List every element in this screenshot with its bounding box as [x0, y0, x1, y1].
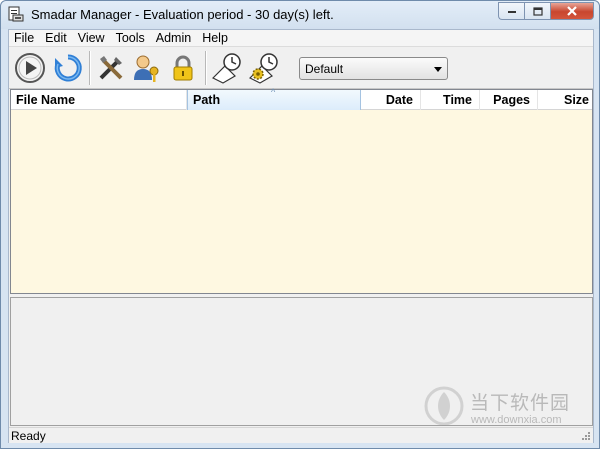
title-bar[interactable]: Smadar Manager - Evaluation period - 30 … [1, 1, 599, 29]
profile-select[interactable]: Default [299, 57, 448, 80]
app-window: Smadar Manager - Evaluation period - 30 … [0, 0, 600, 449]
watermark-url: www.downxia.com [471, 414, 562, 426]
tools-button[interactable] [94, 51, 128, 85]
maximize-button[interactable] [524, 2, 550, 20]
column-header-pages[interactable]: Pages [480, 90, 538, 110]
chevron-down-icon [434, 67, 442, 72]
resize-grip-icon[interactable] [581, 431, 591, 441]
list-body[interactable] [11, 110, 592, 293]
minimize-button[interactable] [498, 2, 524, 20]
column-label: Size [563, 93, 589, 107]
column-label: Path [193, 93, 221, 107]
profile-select-value: Default [305, 62, 344, 76]
column-header-time[interactable]: Time [421, 90, 480, 110]
file-list[interactable]: File Name ^ Path Date Time Pages Size [10, 87, 593, 294]
column-label: Pages [493, 93, 530, 107]
close-button[interactable] [550, 2, 594, 20]
menu-admin[interactable]: Admin [151, 30, 197, 46]
status-text: Ready [11, 429, 46, 443]
watermark-logo-icon [424, 386, 464, 426]
minimize-icon [507, 11, 516, 13]
column-label: Time [443, 93, 472, 107]
menu-edit[interactable]: Edit [40, 30, 73, 46]
refresh-button[interactable] [51, 51, 85, 85]
sort-ascending-icon: ^ [271, 87, 276, 97]
column-header-path[interactable]: ^ Path [187, 87, 361, 110]
status-bar: Ready [9, 427, 593, 443]
maximize-icon [532, 6, 543, 16]
printer-document-icon [8, 6, 24, 22]
client-area: File Edit View Tools Admin Help Default … [8, 29, 594, 443]
schedule-settings-button[interactable] [247, 51, 281, 85]
toolbar: Default [9, 47, 593, 89]
menu-tools[interactable]: Tools [111, 30, 151, 46]
schedule-button[interactable] [210, 51, 244, 85]
window-title: Smadar Manager - Evaluation period - 30 … [31, 7, 334, 22]
list-header: File Name ^ Path Date Time Pages Size [11, 87, 592, 110]
refresh-icon [54, 54, 82, 82]
menu-bar: File Edit View Tools Admin Help [9, 30, 593, 47]
column-header-date[interactable]: Date [361, 90, 421, 110]
lock-button[interactable] [166, 51, 200, 85]
user-key-button[interactable] [129, 51, 163, 85]
column-header-file-name[interactable]: File Name [11, 90, 187, 110]
column-label: File Name [16, 93, 76, 107]
menu-file[interactable]: File [9, 30, 40, 46]
column-label: Date [385, 93, 413, 107]
tools-icon [99, 56, 123, 80]
play-icon [15, 53, 45, 83]
column-header-size[interactable]: Size [538, 90, 592, 110]
user-key-icon [134, 55, 159, 82]
menu-view[interactable]: View [73, 30, 111, 46]
schedule-gear-icon [248, 53, 278, 84]
menu-help[interactable]: Help [197, 30, 234, 46]
close-icon [567, 6, 577, 16]
lock-icon [173, 55, 193, 81]
toolbar-separator [89, 51, 91, 85]
window-controls [498, 2, 594, 20]
watermark-text: 当下软件园 [470, 392, 571, 414]
toolbar-separator [205, 51, 207, 85]
play-button[interactable] [13, 51, 47, 85]
schedule-clock-icon [211, 53, 241, 84]
